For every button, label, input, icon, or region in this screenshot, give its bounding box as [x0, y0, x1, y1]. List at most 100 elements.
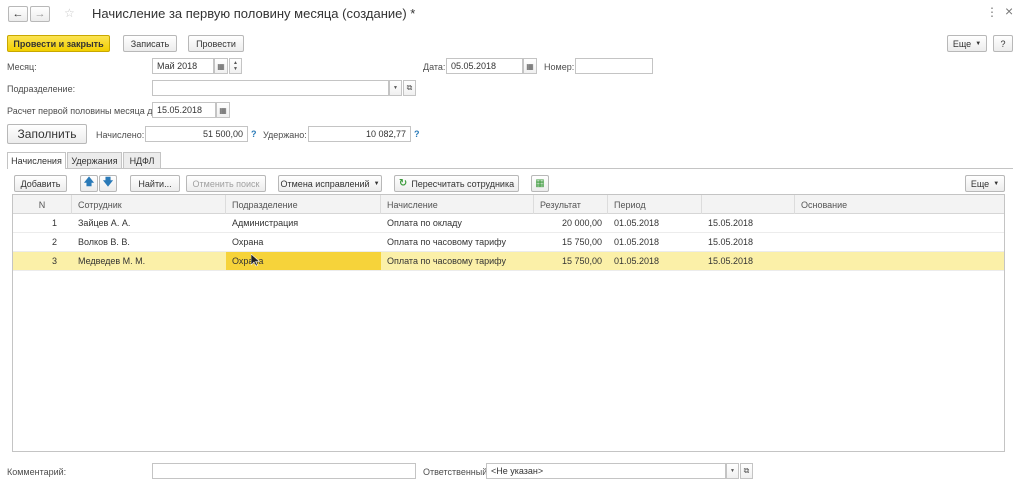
- basis-cell[interactable]: [795, 233, 1004, 251]
- tab-withholdings[interactable]: Удержания: [67, 152, 122, 168]
- division-cell[interactable]: Охрана: [226, 233, 381, 251]
- division-open-button[interactable]: ⧉: [403, 80, 416, 96]
- open-link-icon: ⧉: [743, 466, 750, 475]
- table-row[interactable]: 2 Волков В. В. Охрана Оплата по часовому…: [13, 233, 1004, 252]
- responsible-open-button[interactable]: ⧉: [740, 463, 753, 479]
- tab-ndfl[interactable]: НДФЛ: [123, 152, 161, 168]
- accrued-field[interactable]: 51 500,00: [145, 126, 248, 142]
- withheld-field[interactable]: 10 082,77: [308, 126, 411, 142]
- date-calendar-button[interactable]: ▦: [523, 58, 537, 74]
- column-header-period[interactable]: Период: [608, 195, 702, 214]
- column-header-result[interactable]: Результат: [534, 195, 608, 214]
- column-header-basis[interactable]: Основание: [795, 195, 1004, 214]
- withheld-help-icon[interactable]: ?: [414, 129, 420, 139]
- calendar-icon: ▦: [219, 105, 227, 115]
- arrow-left-icon: ←: [12, 8, 24, 20]
- month-stepper[interactable]: ▲ ▼: [229, 58, 242, 74]
- responsible-field[interactable]: <Не указан>: [486, 463, 726, 479]
- row-number: 1: [51, 218, 57, 228]
- accrual-cell[interactable]: Оплата по часовому тарифу: [381, 233, 534, 251]
- recalc-employee-button[interactable]: ↻ Пересчитать сотрудника: [394, 175, 519, 192]
- stepper-down-icon: ▼: [233, 66, 238, 72]
- accrued-help-icon[interactable]: ?: [251, 129, 257, 139]
- chevron-down-icon: ▼: [373, 180, 380, 187]
- column-header-period-end[interactable]: [702, 195, 795, 214]
- table-row[interactable]: 1 Зайцев А. А. Администрация Оплата по о…: [13, 214, 1004, 233]
- close-icon[interactable]: ×: [1005, 3, 1013, 19]
- employee-cell[interactable]: Волков В. В.: [72, 233, 226, 251]
- result-cell[interactable]: 15 750,00: [534, 252, 608, 270]
- period-end-cell[interactable]: 15.05.2018: [702, 252, 795, 270]
- date-field[interactable]: 05.05.2018: [446, 58, 523, 74]
- calc-label: Расчет первой половины месяца до:: [7, 106, 160, 116]
- back-button[interactable]: ←: [8, 6, 28, 22]
- date-label: Дата:: [423, 62, 446, 72]
- accrual-cell[interactable]: Оплата по часовому тарифу: [381, 252, 534, 270]
- arrow-up-icon: 🡅: [83, 177, 95, 188]
- calc-calendar-button[interactable]: ▦: [216, 102, 230, 118]
- period-start-cell[interactable]: 01.05.2018: [608, 214, 702, 232]
- division-cell-current[interactable]: Охрана: [226, 252, 381, 270]
- arrow-down-icon: 🡇: [102, 177, 114, 188]
- refresh-icon: ↻: [398, 178, 408, 189]
- cancel-search-button[interactable]: Отменить поиск: [186, 175, 266, 192]
- add-button[interactable]: Добавить: [14, 175, 67, 192]
- accrued-label: Начислено:: [96, 130, 145, 140]
- more-button[interactable]: Еще ▼: [947, 35, 987, 52]
- division-dropdown-button[interactable]: ▼: [389, 80, 402, 96]
- menu-icon[interactable]: ⋮: [986, 5, 998, 19]
- post-and-close-button[interactable]: Провести и закрыть: [7, 35, 110, 52]
- star-icon[interactable]: ☆: [64, 6, 75, 20]
- period-start-cell[interactable]: 01.05.2018: [608, 233, 702, 251]
- forward-button[interactable]: →: [30, 6, 50, 22]
- number-field[interactable]: [575, 58, 653, 74]
- chevron-down-icon: ▼: [993, 180, 1000, 187]
- post-button[interactable]: Провести: [188, 35, 244, 52]
- comment-field[interactable]: [152, 463, 416, 479]
- help-button[interactable]: ?: [993, 35, 1013, 52]
- mouse-cursor-icon: [251, 254, 260, 267]
- division-label: Подразделение:: [7, 84, 76, 94]
- responsible-label: Ответственный:: [423, 467, 490, 477]
- column-header-employee[interactable]: Сотрудник: [72, 195, 226, 214]
- grid-more-button[interactable]: Еще ▼: [965, 175, 1005, 192]
- calc-date-field[interactable]: 15.05.2018: [152, 102, 216, 118]
- basis-cell[interactable]: [795, 252, 1004, 270]
- month-label: Месяц:: [7, 62, 37, 72]
- move-up-button[interactable]: 🡅: [80, 175, 98, 192]
- arrow-right-icon: →: [34, 8, 46, 20]
- spreadsheet-button[interactable]: ▦: [531, 175, 549, 192]
- column-header-accrual[interactable]: Начисление: [381, 195, 534, 214]
- tab-accruals[interactable]: Начисления: [7, 152, 66, 169]
- period-end-cell[interactable]: 15.05.2018: [702, 233, 795, 251]
- table-row-selected[interactable]: 3 Медведев М. М. Охрана Оплата по часово…: [13, 252, 1004, 271]
- move-down-button[interactable]: 🡇: [99, 175, 117, 192]
- accrual-cell[interactable]: Оплата по окладу: [381, 214, 534, 232]
- row-number: 2: [51, 237, 57, 247]
- responsible-dropdown-button[interactable]: ▼: [726, 463, 739, 479]
- result-cell[interactable]: 20 000,00: [534, 214, 608, 232]
- save-button[interactable]: Записать: [123, 35, 177, 52]
- column-header-division[interactable]: Подразделение: [226, 195, 381, 214]
- basis-cell[interactable]: [795, 214, 1004, 232]
- period-end-cell[interactable]: 15.05.2018: [702, 214, 795, 232]
- period-start-cell[interactable]: 01.05.2018: [608, 252, 702, 270]
- tabs-underline: [7, 168, 1013, 169]
- chevron-down-icon: ▼: [975, 40, 982, 47]
- accruals-table[interactable]: N Сотрудник Подразделение Начисление Рез…: [12, 194, 1005, 452]
- result-cell[interactable]: 15 750,00: [534, 233, 608, 251]
- chevron-down-icon: ▼: [393, 85, 398, 91]
- employee-cell[interactable]: Медведев М. М.: [72, 252, 226, 270]
- month-field[interactable]: Май 2018: [152, 58, 214, 74]
- column-header-n[interactable]: N: [13, 195, 72, 214]
- employee-cell[interactable]: Зайцев А. А.: [72, 214, 226, 232]
- fill-button[interactable]: Заполнить: [7, 124, 87, 144]
- number-label: Номер:: [544, 62, 575, 72]
- undo-corrections-button[interactable]: Отмена исправлений ▼: [278, 175, 382, 192]
- division-cell[interactable]: Администрация: [226, 214, 381, 232]
- chevron-down-icon: ▼: [730, 468, 735, 474]
- window-title: Начисление за первую половину месяца (со…: [92, 6, 416, 21]
- division-field[interactable]: [152, 80, 389, 96]
- find-button[interactable]: Найти...: [130, 175, 180, 192]
- calendar-button[interactable]: ▦: [214, 58, 228, 74]
